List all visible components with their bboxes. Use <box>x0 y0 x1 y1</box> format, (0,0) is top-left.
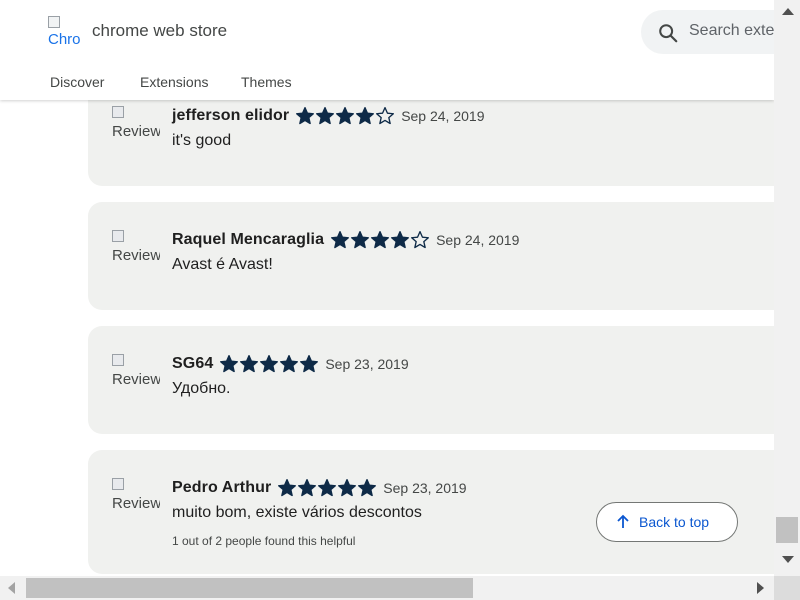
star-filled-icon <box>356 107 375 125</box>
scrollbar-corner <box>774 576 800 600</box>
review-text: Удобно. <box>172 380 231 397</box>
search-icon <box>659 24 678 43</box>
tab-themes[interactable]: Themes <box>241 74 292 90</box>
broken-image-icon <box>112 354 124 366</box>
review-author: Pedro Arthur <box>172 479 272 496</box>
reviewer-avatar: Reviewer <box>112 354 160 400</box>
vertical-scroll-thumb[interactable] <box>776 517 798 543</box>
star-filled-icon <box>300 355 319 373</box>
reviewer-avatar: Reviewer <box>112 106 160 152</box>
store-title[interactable]: chrome web store <box>92 21 227 41</box>
horizontal-scroll-thumb[interactable] <box>26 578 473 598</box>
star-filled-icon <box>316 107 335 125</box>
star-filled-icon <box>351 231 370 249</box>
broken-image-icon <box>48 16 60 28</box>
star-rating <box>330 230 430 250</box>
scroll-down-arrow-icon[interactable] <box>782 556 794 563</box>
scroll-right-arrow-icon[interactable] <box>757 582 764 594</box>
broken-image-icon <box>112 106 124 118</box>
review-author: Raquel Mencaraglia <box>172 231 325 248</box>
star-filled-icon <box>280 355 299 373</box>
tab-extensions[interactable]: Extensions <box>140 74 208 90</box>
scroll-up-arrow-icon[interactable] <box>782 8 794 15</box>
star-rating <box>277 478 377 498</box>
reviewer-avatar: Reviewer <box>112 230 160 276</box>
top-header: Chrome chrome web store Search extension… <box>0 0 800 100</box>
star-filled-icon <box>336 107 355 125</box>
review-date: Sep 24, 2019 <box>436 232 520 248</box>
review-date: Sep 24, 2019 <box>401 108 485 124</box>
star-empty-icon <box>411 231 430 249</box>
reviewer-avatar: Reviewer <box>112 478 160 524</box>
review-text: muito bom, existe vários descontos <box>172 504 422 521</box>
star-filled-icon <box>278 479 297 497</box>
vertical-scrollbar[interactable] <box>774 0 800 576</box>
star-filled-icon <box>298 479 317 497</box>
review-text: Avast é Avast! <box>172 256 273 273</box>
star-filled-icon <box>318 479 337 497</box>
star-rating <box>219 354 319 374</box>
star-filled-icon <box>220 355 239 373</box>
broken-image-icon <box>112 478 124 490</box>
review-card: Reviewer Raquel Mencaraglia Sep 24, 2019… <box>88 202 788 310</box>
tab-discover[interactable]: Discover <box>50 74 104 90</box>
star-filled-icon <box>338 479 357 497</box>
star-filled-icon <box>331 231 350 249</box>
star-filled-icon <box>358 479 377 497</box>
broken-image-icon <box>112 230 124 242</box>
horizontal-scrollbar[interactable] <box>0 576 800 600</box>
back-to-top-button[interactable]: Back to top <box>596 502 738 542</box>
star-filled-icon <box>391 231 410 249</box>
arrow-up-icon <box>617 514 629 528</box>
review-author: SG64 <box>172 355 214 372</box>
review-text: it's good <box>172 132 232 149</box>
review-card: Reviewer SG64 Sep 23, 2019 Удобно. <box>88 326 788 434</box>
star-filled-icon <box>296 107 315 125</box>
star-empty-icon <box>376 107 395 125</box>
review-date: Sep 23, 2019 <box>325 356 409 372</box>
star-rating <box>295 106 395 126</box>
star-filled-icon <box>260 355 279 373</box>
star-filled-icon <box>371 231 390 249</box>
helpful-count: 1 out of 2 people found this helpful <box>172 534 356 548</box>
review-date: Sep 23, 2019 <box>383 480 467 496</box>
scroll-left-arrow-icon[interactable] <box>8 582 15 594</box>
review-author: jefferson elidor <box>172 107 290 124</box>
chrome-logo[interactable]: Chrome <box>48 16 80 48</box>
star-filled-icon <box>240 355 259 373</box>
